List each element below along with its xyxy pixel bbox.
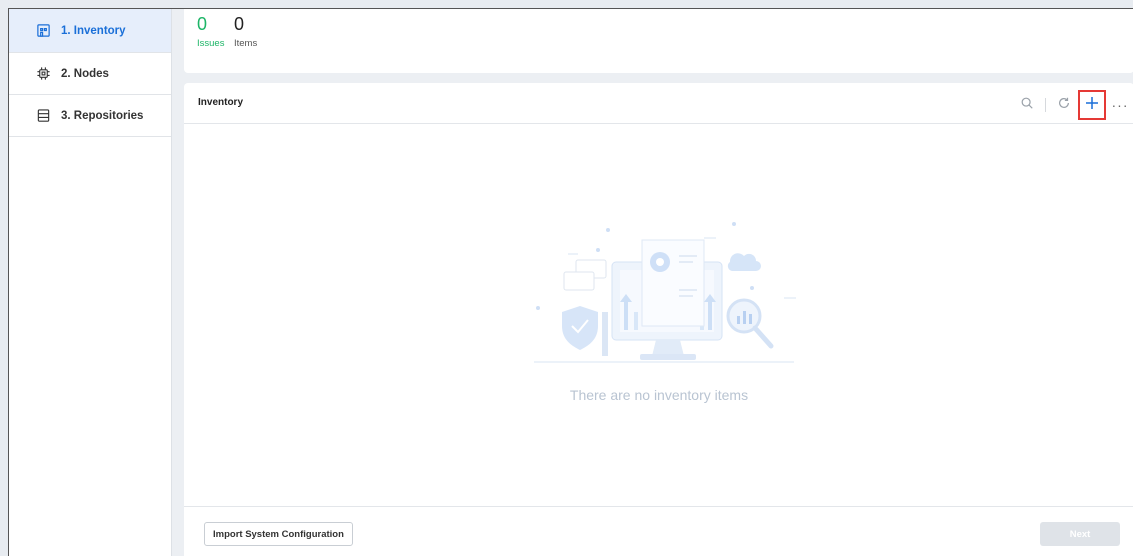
items-count: 0	[234, 14, 245, 34]
panel-header: Inventory ···	[184, 83, 1133, 124]
sidebar-item-repositories[interactable]: 3. Repositories	[9, 95, 171, 137]
search-button[interactable]	[1013, 91, 1041, 119]
issues-label: Issues	[197, 38, 225, 49]
refresh-icon	[1057, 96, 1071, 115]
more-options-button[interactable]: ···	[1106, 91, 1133, 119]
chip-icon	[35, 66, 51, 82]
sidebar-item-inventory[interactable]: 1. Inventory	[9, 9, 171, 53]
sidebar-item-nodes[interactable]: 2. Nodes	[9, 53, 171, 95]
empty-state: There are no inventory items	[184, 125, 1133, 506]
empty-state-illustration	[534, 222, 796, 363]
panel-toolbar: ···	[1013, 90, 1133, 120]
sidebar-item-label: 3. Repositories	[61, 109, 144, 122]
search-icon	[1020, 96, 1034, 115]
import-system-configuration-button[interactable]: Import System Configuration	[204, 522, 353, 546]
summary-bar: 0 Issues 0 Items	[184, 9, 1133, 73]
panel-title: Inventory	[198, 97, 244, 108]
refresh-button[interactable]	[1050, 91, 1078, 119]
items-stat[interactable]: 0 Items	[234, 13, 257, 49]
app-frame: 1. Inventory 2. Nodes 3. Repositories 0 …	[8, 8, 1133, 556]
sidebar-item-label: 2. Nodes	[61, 67, 109, 80]
plus-icon	[1084, 95, 1100, 116]
issues-stat[interactable]: 0 Issues	[197, 13, 224, 49]
panel-footer: Import System Configuration Next	[184, 506, 1133, 556]
building-icon	[35, 23, 51, 39]
sidebar-item-label: 1. Inventory	[61, 24, 126, 37]
toolbar-divider	[1045, 98, 1046, 112]
next-button[interactable]: Next	[1040, 522, 1120, 546]
add-button[interactable]	[1078, 90, 1106, 120]
inventory-panel: Inventory ··· There are no inventory ite…	[184, 83, 1133, 556]
empty-state-message: There are no inventory items	[569, 387, 749, 403]
database-icon	[35, 108, 51, 124]
items-label: Items	[234, 38, 258, 49]
issues-count: 0	[197, 14, 208, 34]
sidebar: 1. Inventory 2. Nodes 3. Repositories	[9, 9, 172, 556]
